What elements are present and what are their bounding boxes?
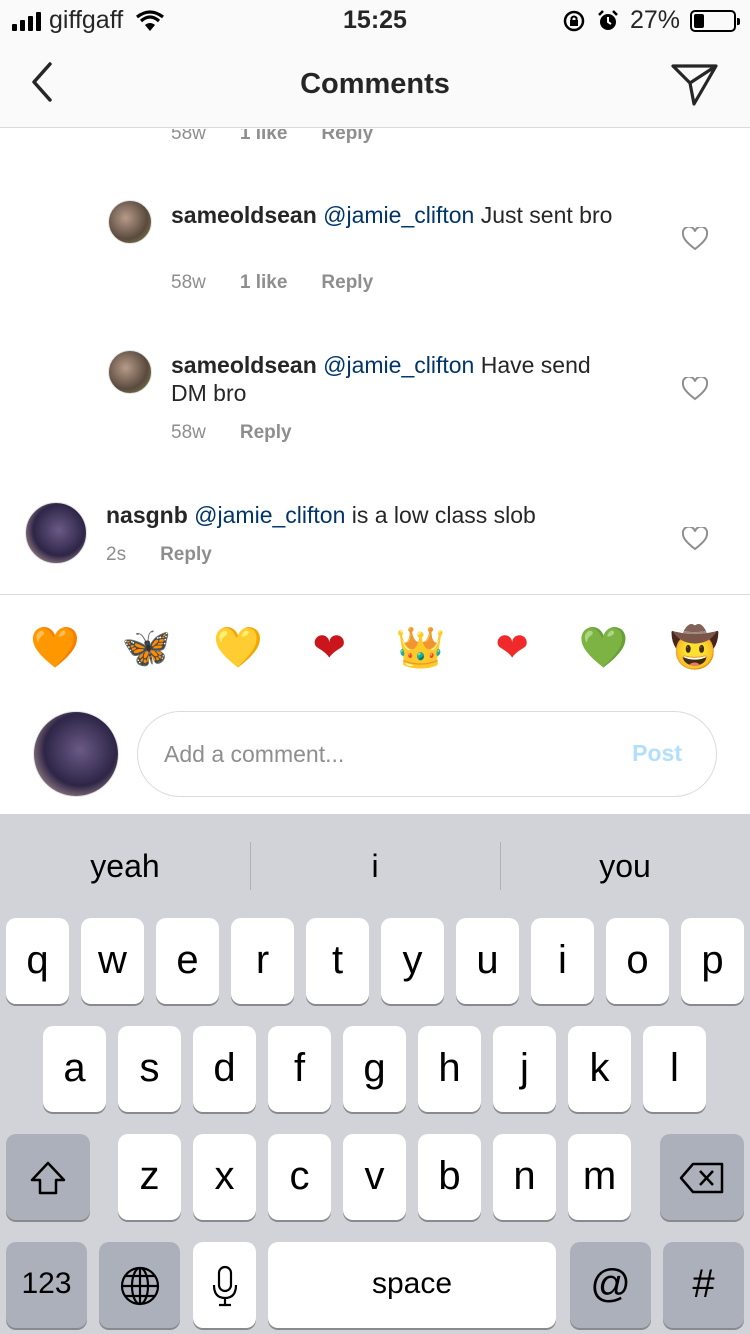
avatar[interactable] <box>108 200 152 244</box>
battery-icon <box>690 9 740 32</box>
post-button[interactable]: Post <box>632 740 682 767</box>
comment-input[interactable] <box>164 712 584 796</box>
key-l[interactable]: l <box>643 1026 706 1112</box>
comment-meta: 2s Reply <box>106 544 212 566</box>
microphone-icon <box>212 1266 237 1307</box>
own-avatar <box>33 711 119 797</box>
status-bar: giffgaff 15:25 27% <box>0 0 750 40</box>
header: Comments <box>0 40 750 128</box>
key-k[interactable]: k <box>568 1026 631 1112</box>
comment-body: sameoldsean @jamie_clifton Just sent bro <box>171 201 631 229</box>
shift-icon <box>30 1162 66 1195</box>
red-heart-emoji[interactable]: ❤ <box>487 623 537 704</box>
globe-icon <box>120 1267 159 1306</box>
key-b[interactable]: b <box>418 1134 481 1220</box>
orange-heart-emoji[interactable]: 🧡 <box>30 623 80 704</box>
key-g[interactable]: g <box>343 1026 406 1112</box>
comment-username[interactable]: nasgnb <box>106 502 188 528</box>
comment-message: is a low class slob <box>345 502 536 528</box>
key-t[interactable]: t <box>306 918 369 1004</box>
key-u[interactable]: u <box>456 918 519 1004</box>
numbers-key[interactable]: 123 <box>6 1242 87 1328</box>
suggestion-3[interactable]: you <box>500 814 750 918</box>
key-n[interactable]: n <box>493 1134 556 1220</box>
key-e[interactable]: e <box>156 918 219 1004</box>
comment-username[interactable]: sameoldsean <box>171 352 317 378</box>
comment-body: nasgnb @jamie_clifton is a low class slo… <box>106 501 646 529</box>
comment-message: Just sent bro <box>474 202 613 228</box>
key-i[interactable]: i <box>531 918 594 1004</box>
predictive-bar: yeah i you <box>0 814 750 918</box>
reply-link[interactable]: Reply <box>160 544 212 566</box>
key-x[interactable]: x <box>193 1134 256 1220</box>
comment-list: 58w 1 like Reply sameoldsean @jamie_clif… <box>0 129 750 594</box>
green-heart-emoji[interactable]: 💚 <box>579 623 629 704</box>
comment-mention[interactable]: @jamie_clifton <box>194 502 345 528</box>
rotation-lock-icon <box>563 10 585 31</box>
comment-mention[interactable]: @jamie_clifton <box>323 352 474 378</box>
backspace-icon <box>679 1163 724 1194</box>
comment-composer: Post <box>0 704 750 814</box>
comment-item: sameoldsean @jamie_clifton Have send DM … <box>0 279 750 443</box>
key-h[interactable]: h <box>418 1026 481 1112</box>
at-key[interactable]: @ <box>570 1242 651 1328</box>
key-p[interactable]: p <box>681 918 744 1004</box>
yellow-heart-emoji[interactable]: 💛 <box>213 623 263 704</box>
alarm-icon <box>598 9 618 30</box>
comment-age: 2s <box>106 544 127 565</box>
battery-fill <box>694 13 704 28</box>
key-j[interactable]: j <box>493 1026 556 1112</box>
comment-mention[interactable]: @jamie_clifton <box>323 202 474 228</box>
page-title: Comments <box>300 68 450 100</box>
delete-key[interactable] <box>660 1134 744 1220</box>
key-z[interactable]: z <box>118 1134 181 1220</box>
suggestion-2[interactable]: i <box>250 814 500 918</box>
globe-key[interactable] <box>99 1242 180 1328</box>
dark-red-heart-emoji[interactable]: ❤ <box>304 623 354 704</box>
key-m[interactable]: m <box>568 1134 631 1220</box>
key-o[interactable]: o <box>606 918 669 1004</box>
key-f[interactable]: f <box>268 1026 331 1112</box>
back-arrow-icon[interactable] <box>24 60 64 104</box>
key-c[interactable]: c <box>268 1134 331 1220</box>
keyboard: yeah i you qwertyuiopasdfghjklzxcvbnm 12… <box>0 814 750 1334</box>
key-r[interactable]: r <box>231 918 294 1004</box>
comment-username[interactable]: sameoldsean <box>171 202 317 228</box>
direct-message-icon[interactable] <box>670 58 720 108</box>
comment-body: sameoldsean @jamie_clifton Have send DM … <box>171 351 631 407</box>
space-key[interactable]: space <box>268 1242 556 1328</box>
like-heart-icon[interactable] <box>682 227 708 251</box>
comment-item: sameoldsean @jamie_clifton Just sent bro… <box>0 129 750 293</box>
hash-key[interactable]: # <box>663 1242 744 1328</box>
key-a[interactable]: a <box>43 1026 106 1112</box>
butterfly-emoji[interactable]: 🦋 <box>121 623 172 704</box>
key-s[interactable]: s <box>118 1026 181 1112</box>
key-w[interactable]: w <box>81 918 144 1004</box>
like-heart-icon[interactable] <box>682 527 708 551</box>
status-right: 27% <box>562 6 740 35</box>
key-d[interactable]: d <box>193 1026 256 1112</box>
suggestion-1[interactable]: yeah <box>0 814 250 918</box>
like-heart-icon[interactable] <box>682 377 708 401</box>
key-y[interactable]: y <box>381 918 444 1004</box>
battery-percent: 27% <box>629 6 680 34</box>
comment-item: nasgnb @jamie_clifton is a low class slo… <box>0 429 750 594</box>
shift-key[interactable] <box>6 1134 90 1220</box>
crown-emoji[interactable]: 👑 <box>396 623 446 704</box>
comment-input-box[interactable]: Post <box>137 711 717 797</box>
avatar[interactable] <box>25 502 87 564</box>
emoji-quick-bar: 🧡 🦋 💛 ❤ 👑 ❤ 💚 🤠 <box>0 594 750 704</box>
key-q[interactable]: q <box>6 918 69 1004</box>
key-v[interactable]: v <box>343 1134 406 1220</box>
dictation-key[interactable] <box>193 1242 256 1328</box>
cowboy-face-emoji[interactable]: 🤠 <box>670 623 720 704</box>
avatar[interactable] <box>108 350 152 394</box>
